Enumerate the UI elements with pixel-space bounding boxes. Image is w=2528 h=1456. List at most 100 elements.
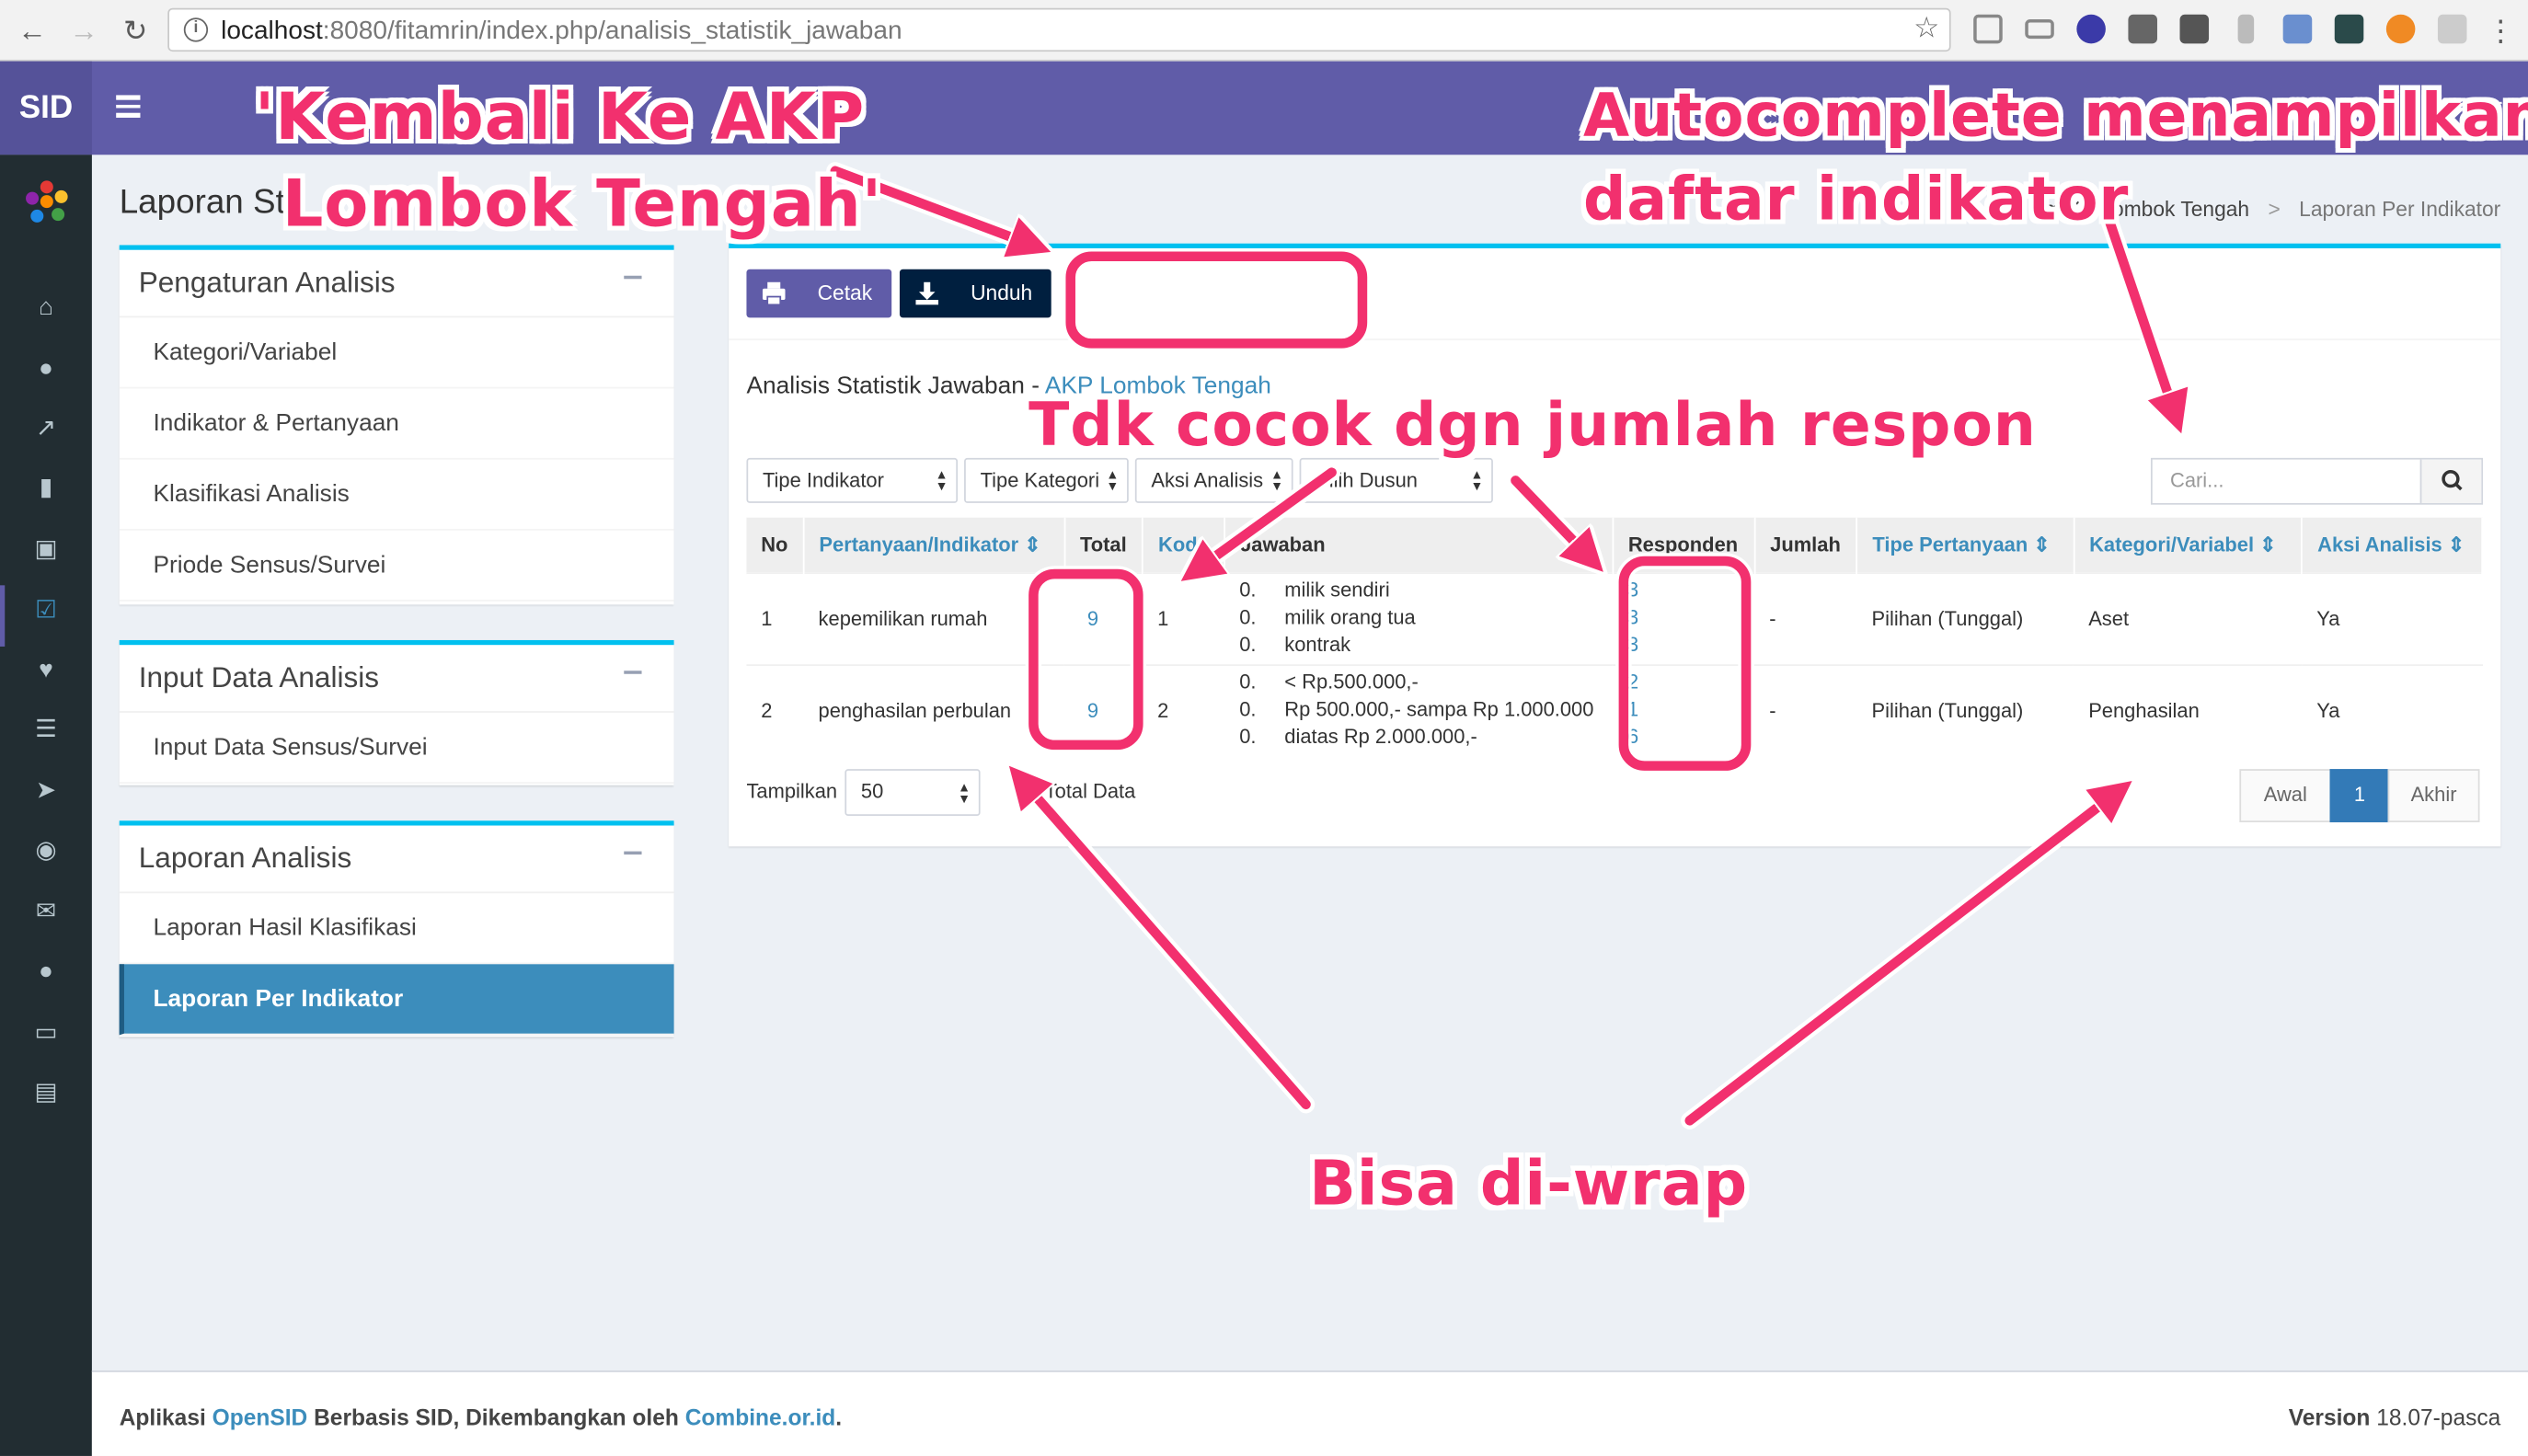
extension-icon[interactable] xyxy=(2334,14,2364,44)
village-logo-icon xyxy=(26,180,68,223)
extension-icon[interactable] xyxy=(2237,14,2255,44)
menu-icon[interactable]: ⋮ xyxy=(2483,13,2519,49)
jawaban-cell: 0. 0. 0. milik sendiri milik orang tua kontr… xyxy=(1224,571,1614,665)
url-text: localhost:8080/fitamrin/index.php/analis… xyxy=(221,17,902,46)
data-table: No Pertanyaan/Indikator ⇕ Total Kode Jaw… xyxy=(746,517,2484,757)
box-input-data-analisis: Input Data Analisis Input Data Sensus/Su… xyxy=(119,639,674,785)
star-icon[interactable]: ☆ xyxy=(1913,11,1939,45)
extension-icon[interactable] xyxy=(2385,14,2416,44)
annotation-autocomplete-line2: daftar indikator xyxy=(1583,164,2130,235)
page-first-button[interactable]: Awal xyxy=(2239,769,2332,823)
unduh-button[interactable]: Unduh xyxy=(899,269,1051,318)
main-sidebar: ⌂ ● ↗ ▮ ▣ ☑ ♥ ☰ ➤ ◉ ✉ ● ▭ ▤ xyxy=(0,155,92,1456)
minus-icon[interactable] xyxy=(624,275,642,280)
tampilkan-label: Tampilkan xyxy=(746,780,838,803)
extension-icon[interactable] xyxy=(2025,19,2054,40)
opensid-link[interactable]: OpenSID xyxy=(213,1404,308,1430)
menu-item-kategori[interactable]: Kategori/Variabel xyxy=(119,317,674,389)
total-data-label: Total Data xyxy=(1044,780,1136,803)
minus-icon[interactable] xyxy=(624,671,642,674)
print-icon xyxy=(762,281,786,306)
menu-item-laporan-per-indikator[interactable]: Laporan Per Indikator xyxy=(119,964,674,1036)
app-logo[interactable]: SID xyxy=(0,61,92,155)
sort-arrows-icon: ▲ ▼ xyxy=(1270,467,1284,494)
col-tipe-pertanyaan[interactable]: Tipe Pertanyaan ⇕ xyxy=(1856,517,2075,573)
group-icon[interactable]: ● xyxy=(30,957,61,987)
footer-version: Version 18.07-pasca xyxy=(2288,1404,2501,1430)
annotation-kembali-line2: Lombok Tengah' xyxy=(282,167,883,242)
highlight-box xyxy=(1065,251,1368,349)
annotation-kembali-line1: 'Kembali Ke AKP xyxy=(254,80,866,155)
inbox-icon[interactable]: ▤ xyxy=(30,1077,61,1107)
extension-icon[interactable] xyxy=(2076,14,2106,44)
annotation-autocomplete-line1: Autocomplete menampilkan xyxy=(1583,80,2528,151)
extension-icon[interactable] xyxy=(2282,14,2313,44)
extension-icon[interactable] xyxy=(2179,14,2210,44)
page-footer: Aplikasi OpenSID Berbasis SID, Dikembang… xyxy=(91,1370,2528,1456)
page-size-select[interactable]: 50 ▲ ▼ xyxy=(845,769,981,817)
sort-arrows-icon: ▲ ▼ xyxy=(1106,467,1120,494)
highlight-box xyxy=(1618,556,1752,771)
address-bar[interactable]: i localhost:8080/fitamrin/index.php/anal… xyxy=(167,7,1951,52)
col-pertanyaan[interactable]: Pertanyaan/Indikator ⇕ xyxy=(803,517,1066,573)
hamburger-icon[interactable] xyxy=(116,90,145,122)
download-icon xyxy=(915,281,939,305)
highlight-box xyxy=(1028,568,1143,751)
heart-icon[interactable]: ♥ xyxy=(30,655,61,685)
filter-tipe-indikator[interactable]: Tipe Indikator ▲ ▼ xyxy=(746,457,959,503)
page-1-button[interactable]: 1 xyxy=(2329,769,2390,823)
arrow-left-icon[interactable]: ← xyxy=(15,13,51,49)
minus-icon[interactable] xyxy=(624,851,642,855)
check-square-icon[interactable]: ☑ xyxy=(30,595,61,625)
extension-icon[interactable] xyxy=(1973,14,2003,44)
col-kategori[interactable]: Kategori/Variabel ⇕ xyxy=(2074,517,2304,573)
table-row: 1 kepemilikan rumah 9 1 0. 0. 0. milik sen… xyxy=(746,571,2483,665)
extension-icon[interactable] xyxy=(2128,14,2157,44)
search-button[interactable] xyxy=(2419,459,2482,503)
signpost-icon[interactable]: ☰ xyxy=(30,715,61,745)
col-aksi[interactable]: Aksi Analisis ⇕ xyxy=(2302,517,2484,573)
info-icon[interactable]: i xyxy=(183,17,209,42)
annotation-bisa-wrap: Bisa di-wrap xyxy=(1309,1148,1749,1220)
sort-arrows-icon: ▲ ▼ xyxy=(935,467,948,494)
book-icon[interactable]: ▮ xyxy=(30,473,61,503)
annotation-tdk-cocok: Tdk cocok dgn jumlah respon xyxy=(1028,390,2037,460)
pagination: Awal 1 Akhir xyxy=(2239,769,2480,823)
arrow-right-icon[interactable]: → xyxy=(66,13,102,49)
cetak-button[interactable]: Cetak xyxy=(746,269,892,318)
home-icon[interactable]: ⌂ xyxy=(30,292,61,322)
combine-link[interactable]: Combine.or.id xyxy=(685,1404,836,1430)
reload-icon[interactable]: ↻ xyxy=(118,13,154,49)
filter-tipe-kategori[interactable]: Tipe Kategori ▲ ▼ xyxy=(964,457,1129,503)
filter-pilih-dusun[interactable]: Pilih Dusun ▲ ▼ xyxy=(1299,457,1493,503)
main-box: Cetak Unduh Analisis Statistik Jawaban -… xyxy=(729,243,2501,847)
extension-icon[interactable] xyxy=(2437,14,2467,44)
table-row: 2 penghasilan perbulan 9 2 0. 0. 0. < Rp.5… xyxy=(746,663,2483,757)
envelope-icon[interactable]: ✉ xyxy=(30,897,61,927)
box-laporan-analisis: Laporan Analisis Laporan Hasil Klasifika… xyxy=(119,820,674,1038)
page-title: Laporan Sta xyxy=(119,183,305,222)
desktop-icon[interactable]: ▭ xyxy=(30,1017,61,1048)
menu-item-klasifikasi[interactable]: Klasifikasi Analisis xyxy=(119,460,674,531)
col-total: Total xyxy=(1064,517,1144,573)
menu-item-input-data[interactable]: Input Data Sensus/Survei xyxy=(119,713,674,784)
chart-icon[interactable]: ↗ xyxy=(30,413,61,443)
col-kode[interactable]: Kode xyxy=(1143,517,1226,573)
search-input[interactable]: Cari... xyxy=(2170,469,2223,492)
active-indicator xyxy=(0,585,6,647)
archive-icon[interactable]: ▣ xyxy=(30,533,61,564)
page-last-button[interactable]: Akhir xyxy=(2387,769,2480,823)
browser-toolbar: ← → ↻ i localhost:8080/fitamrin/index.ph… xyxy=(0,0,2528,62)
filter-aksi-analisis[interactable]: Aksi Analisis ▲ ▼ xyxy=(1134,457,1293,503)
menu-item-periode[interactable]: Priode Sensus/Survei xyxy=(119,531,674,602)
jawaban-cell: 0. 0. 0. < Rp.500.000,- Rp 500.000,- sampa … xyxy=(1224,663,1614,757)
search-icon xyxy=(2442,469,2463,491)
users-icon[interactable]: ● xyxy=(30,353,61,384)
col-jawaban: Jawaban xyxy=(1224,517,1614,573)
search-box[interactable]: Cari... xyxy=(2150,457,2484,505)
location-arrow-icon[interactable]: ➤ xyxy=(30,775,61,806)
box-title: Laporan Analisis xyxy=(138,842,352,875)
menu-item-indikator[interactable]: Indikator & Pertanyaan xyxy=(119,388,674,460)
menu-item-laporan-klasifikasi[interactable]: Laporan Hasil Klasifikasi xyxy=(119,893,674,965)
globe-icon[interactable]: ◉ xyxy=(30,835,61,866)
